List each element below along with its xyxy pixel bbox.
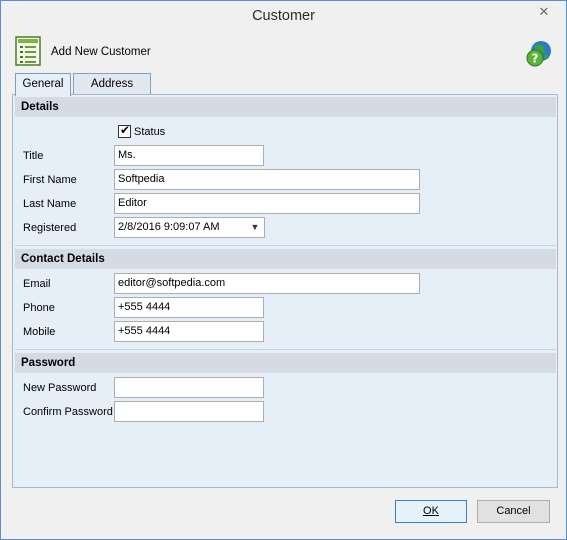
registered-date-picker[interactable]: 2/8/2016 9:09:07 AM ▼ bbox=[114, 217, 265, 238]
document-list-icon bbox=[15, 36, 41, 66]
first-name-label: First Name bbox=[23, 174, 77, 186]
password-section-header: Password bbox=[15, 353, 556, 373]
divider bbox=[15, 349, 556, 350]
registered-value: 2/8/2016 9:09:07 AM bbox=[118, 221, 220, 233]
status-checkbox[interactable]: ✔ bbox=[118, 123, 131, 138]
general-tab-panel: Details ✔ Status Title Ms. First Name So… bbox=[12, 94, 558, 488]
confirm-password-field[interactable] bbox=[114, 401, 264, 422]
tab-address-book[interactable]: Address Book bbox=[73, 73, 151, 110]
status-label: Status bbox=[134, 126, 166, 138]
details-section-header: Details bbox=[15, 97, 556, 117]
close-button[interactable]: ✕ bbox=[528, 2, 560, 22]
confirm-password-label: Confirm Password bbox=[23, 406, 113, 418]
title-field[interactable]: Ms. bbox=[114, 145, 264, 166]
window-title: Customer bbox=[252, 8, 315, 24]
phone-label: Phone bbox=[23, 302, 55, 314]
ok-button[interactable]: OK bbox=[395, 500, 467, 523]
svg-text:?: ? bbox=[532, 52, 539, 66]
tab-general[interactable]: General bbox=[15, 73, 71, 96]
chevron-down-icon[interactable]: ▼ bbox=[249, 218, 261, 237]
phone-field[interactable]: +555 4444 bbox=[114, 297, 264, 318]
divider bbox=[15, 245, 556, 246]
header-label: Add New Customer bbox=[51, 46, 151, 58]
ok-label: OK bbox=[423, 505, 439, 517]
title-bar: Customer ✕ bbox=[1, 1, 566, 32]
new-password-label: New Password bbox=[23, 382, 97, 394]
contact-section-header: Contact Details bbox=[15, 249, 556, 269]
checkmark-icon: ✔ bbox=[120, 123, 131, 137]
mobile-label: Mobile bbox=[23, 326, 56, 338]
mobile-field[interactable]: +555 4444 bbox=[114, 321, 264, 342]
last-name-field[interactable]: Editor bbox=[114, 193, 420, 214]
customer-window: Customer ✕ Add New Customer ? General Ad… bbox=[0, 0, 567, 540]
title-label: Title bbox=[23, 150, 44, 162]
globe-help-icon[interactable]: ? bbox=[524, 39, 554, 69]
cancel-button[interactable]: Cancel bbox=[477, 500, 550, 523]
new-password-field[interactable] bbox=[114, 377, 264, 398]
last-name-label: Last Name bbox=[23, 198, 77, 210]
registered-label: Registered bbox=[23, 222, 77, 234]
email-field[interactable]: editor@softpedia.com bbox=[114, 273, 420, 294]
email-label: Email bbox=[23, 278, 51, 290]
first-name-field[interactable]: Softpedia bbox=[114, 169, 420, 190]
